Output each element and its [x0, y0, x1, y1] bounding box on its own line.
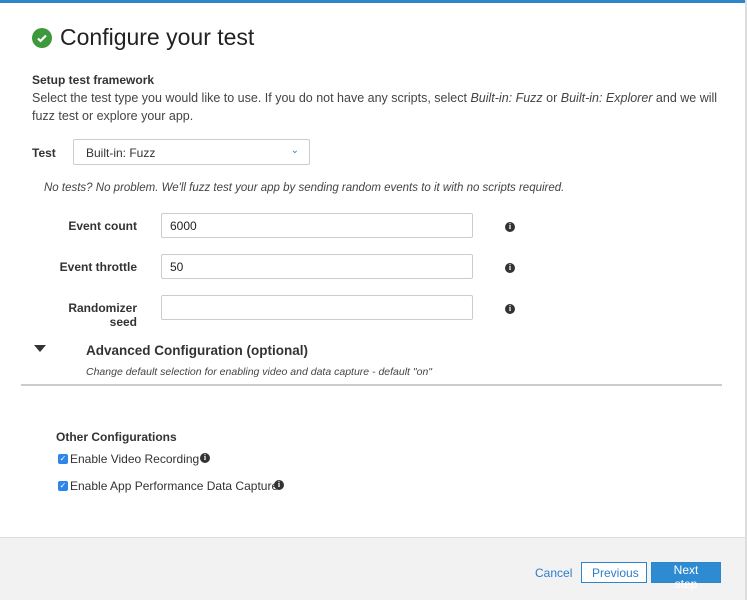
info-icon[interactable]: i — [200, 453, 210, 463]
cancel-button[interactable]: Cancel — [525, 562, 582, 583]
page-title: Configure your test — [60, 24, 255, 50]
test-type-value: Built-in: Fuzz — [86, 146, 156, 160]
randomizer-seed-label: Randomizer seed — [68, 301, 137, 329]
caret-down-icon[interactable] — [34, 345, 46, 352]
advanced-config-title[interactable]: Advanced Configuration (optional) — [86, 343, 308, 358]
check-circle-icon — [32, 27, 52, 48]
desc-text: or — [542, 91, 561, 105]
section-heading: Setup test framework — [32, 73, 155, 87]
next-step-button[interactable]: Next step — [651, 562, 721, 591]
checkbox-checked-icon[interactable]: ✓ — [58, 481, 68, 491]
desc-fuzz: Built-in: Fuzz — [470, 91, 543, 105]
test-type-select[interactable]: Built-in: Fuzz ⌄ — [73, 139, 310, 165]
previous-button[interactable]: Previous — [581, 562, 647, 583]
page-header: Configure your test — [32, 24, 254, 51]
event-throttle-label: Event throttle — [59, 260, 137, 274]
advanced-config-subtitle: Change default selection for enabling vi… — [86, 366, 433, 378]
chevron-down-icon: ⌄ — [290, 145, 299, 156]
info-icon[interactable]: i — [274, 480, 284, 490]
performance-capture-checkbox[interactable]: ✓ Enable App Performance Data Capture — [58, 479, 278, 493]
info-icon[interactable]: i — [505, 222, 515, 232]
divider — [21, 384, 722, 386]
event-throttle-input[interactable] — [161, 254, 473, 279]
section-description: Select the test type you would like to u… — [32, 89, 732, 125]
fuzz-note: No tests? No problem. We'll fuzz test yo… — [44, 182, 565, 194]
video-recording-label: Enable Video Recording — [70, 452, 200, 466]
event-count-input[interactable] — [161, 213, 473, 238]
desc-text: Select the test type you would like to u… — [32, 91, 471, 105]
test-label: Test — [32, 146, 56, 160]
info-icon[interactable]: i — [505, 304, 515, 314]
randomizer-seed-input[interactable] — [161, 295, 473, 320]
video-recording-checkbox[interactable]: ✓ Enable Video Recording — [58, 452, 199, 466]
desc-explorer: Built-in: Explorer — [560, 91, 653, 105]
other-config-heading: Other Configurations — [56, 430, 177, 444]
performance-capture-label: Enable App Performance Data Capture — [70, 479, 279, 493]
checkbox-checked-icon[interactable]: ✓ — [58, 454, 68, 464]
info-icon[interactable]: i — [505, 263, 515, 273]
top-accent-bar — [0, 0, 747, 3]
event-count-label: Event count — [68, 219, 137, 233]
